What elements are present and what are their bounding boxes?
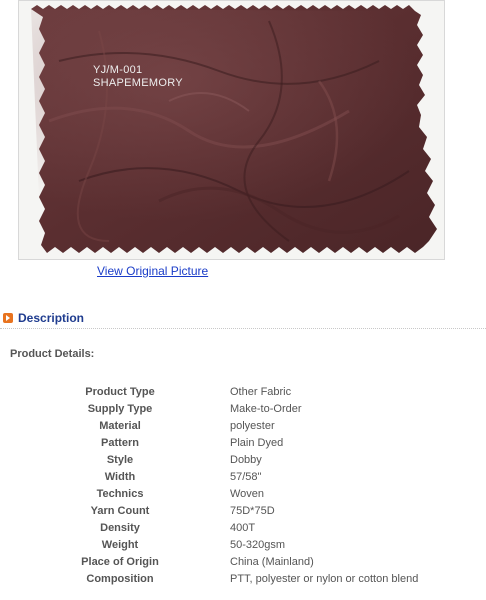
detail-key: Weight bbox=[101, 539, 139, 551]
detail-row: Composition PTT, polyester or nylon or c… bbox=[60, 571, 418, 588]
detail-value: Woven bbox=[230, 488, 265, 500]
detail-key: Technics bbox=[96, 488, 144, 500]
detail-row: Place of Origin China (Mainland) bbox=[60, 554, 418, 571]
detail-row: Style Dobby bbox=[60, 452, 418, 469]
product-photo[interactable]: YJ/M-001 SHAPEMEMORY bbox=[18, 0, 445, 260]
detail-value: Other Fabric bbox=[230, 386, 292, 398]
detail-value: Dobby bbox=[230, 454, 262, 466]
detail-value: 50-320gsm bbox=[230, 539, 286, 551]
detail-key: Yarn Count bbox=[90, 505, 150, 517]
detail-row: Weight 50-320gsm bbox=[60, 537, 418, 554]
detail-row: Product Type Other Fabric bbox=[60, 384, 418, 401]
detail-value: 400T bbox=[230, 522, 256, 534]
description-header: Description bbox=[3, 309, 84, 327]
section-divider bbox=[0, 328, 486, 329]
detail-value: PTT, polyester or nylon or cotton blend bbox=[230, 573, 419, 585]
detail-key: Composition bbox=[86, 573, 154, 585]
detail-key: Supply Type bbox=[87, 403, 153, 415]
caption-name: SHAPEMEMORY bbox=[93, 77, 183, 89]
detail-value: polyester bbox=[230, 420, 275, 432]
detail-value: 57/58" bbox=[230, 471, 262, 483]
detail-key: Density bbox=[100, 522, 140, 534]
view-original-picture-link[interactable]: View Original Picture bbox=[97, 264, 208, 278]
detail-key: Material bbox=[99, 420, 141, 432]
detail-key: Pattern bbox=[101, 437, 139, 449]
detail-value: Make-to-Order bbox=[230, 403, 302, 415]
product-details-table: Product Type Other Fabric Supply Type Ma… bbox=[60, 384, 418, 588]
detail-value: 75D*75D bbox=[230, 505, 275, 517]
details-heading: Product Details: bbox=[10, 348, 95, 360]
detail-row: Technics Woven bbox=[60, 486, 418, 503]
detail-value: China (Mainland) bbox=[230, 556, 314, 568]
photo-caption: YJ/M-001 SHAPEMEMORY bbox=[93, 64, 183, 90]
detail-row: Supply Type Make-to-Order bbox=[60, 401, 418, 418]
detail-key: Width bbox=[104, 471, 136, 483]
detail-row: Yarn Count 75D*75D bbox=[60, 503, 418, 520]
product-page: YJ/M-001 SHAPEMEMORY View Original Pictu… bbox=[0, 0, 486, 600]
detail-key: Style bbox=[106, 454, 134, 466]
detail-row: Material polyester bbox=[60, 418, 418, 435]
detail-key: Product Type bbox=[85, 386, 155, 398]
detail-key: Place of Origin bbox=[81, 556, 159, 568]
detail-row: Pattern Plain Dyed bbox=[60, 435, 418, 452]
description-title: Description bbox=[18, 311, 85, 325]
arrow-right-icon bbox=[3, 313, 13, 323]
fabric-swatch-image bbox=[19, 1, 444, 259]
caption-code: YJ/M-001 bbox=[93, 64, 143, 76]
detail-row: Width 57/58" bbox=[60, 469, 418, 486]
detail-value: Plain Dyed bbox=[230, 437, 284, 449]
detail-row: Density 400T bbox=[60, 520, 418, 537]
